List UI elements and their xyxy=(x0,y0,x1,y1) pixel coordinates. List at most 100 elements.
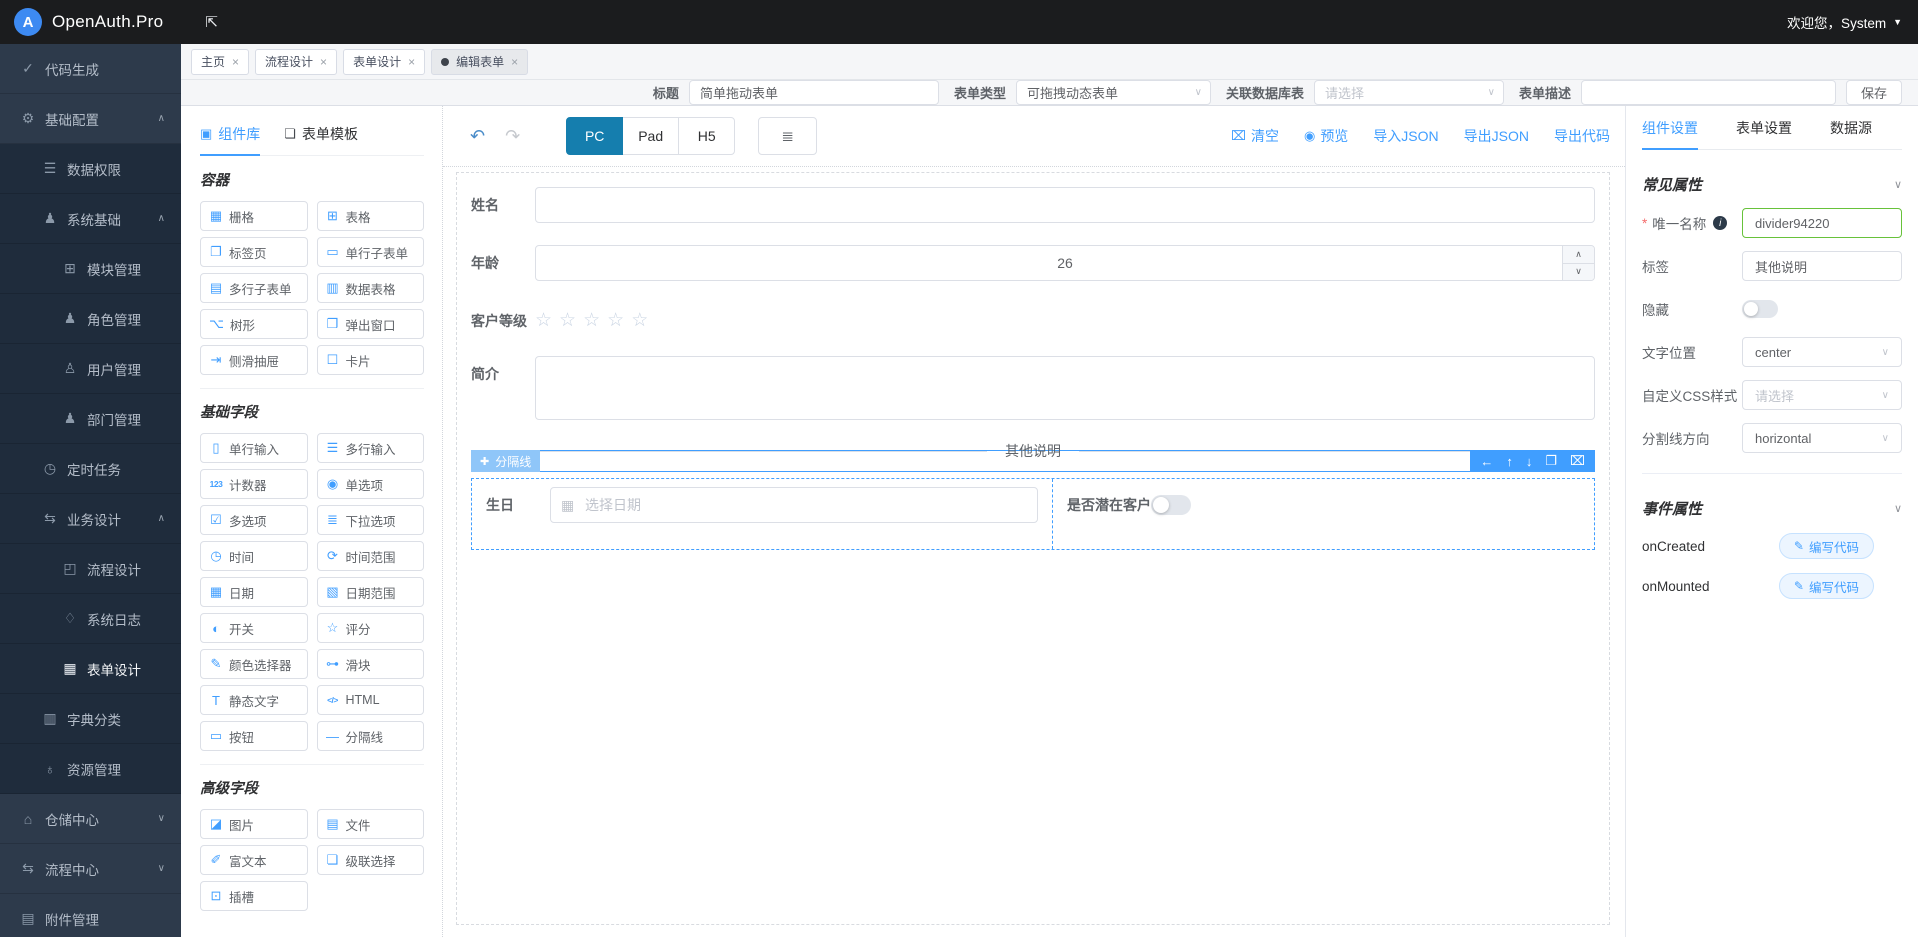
export-json-button[interactable]: 导出JSON xyxy=(1464,126,1529,146)
star-icon[interactable]: ☆ xyxy=(607,309,624,332)
db-table-select[interactable]: 请选择∨ xyxy=(1314,80,1504,105)
lib-item-switch[interactable]: ◐开关 xyxy=(200,613,308,643)
sidebar-item-role-management[interactable]: ♟角色管理 xyxy=(0,294,181,344)
form-type-select[interactable]: 可拖拽动态表单∨ xyxy=(1016,80,1211,105)
tab-home[interactable]: 主页× xyxy=(191,49,249,75)
age-input[interactable] xyxy=(535,245,1595,281)
sidebar-item-process-center[interactable]: ⇆流程中心∨ xyxy=(0,844,181,894)
tab-component-settings[interactable]: 组件设置 xyxy=(1642,106,1698,149)
lib-item-popup-window[interactable]: ❒弹出窗口 xyxy=(317,309,425,339)
close-icon[interactable]: × xyxy=(408,55,415,69)
lib-item-time-range[interactable]: ⟳时间范围 xyxy=(317,541,425,571)
lib-item-single-row-subform[interactable]: ▭单行子表单 xyxy=(317,237,425,267)
move-left-icon[interactable]: ← xyxy=(1480,454,1493,469)
tab-form-design[interactable]: 表单设计× xyxy=(343,49,425,75)
lib-item-text-input[interactable]: ▯单行输入 xyxy=(200,433,308,463)
sidebar-item-system-logs[interactable]: ♢系统日志 xyxy=(0,594,181,644)
lib-item-rich-text[interactable]: ✐富文本 xyxy=(200,845,308,875)
write-code-button[interactable]: ✎编写代码 xyxy=(1779,533,1874,559)
lib-item-html[interactable]: </>HTML xyxy=(317,685,425,715)
common-props-header[interactable]: 常见属性 ∨ xyxy=(1642,174,1902,195)
lib-item-radio[interactable]: ◉单选项 xyxy=(317,469,425,499)
close-icon[interactable]: × xyxy=(232,55,239,69)
birthday-input[interactable] xyxy=(550,487,1038,523)
selected-divider-component[interactable]: 其他说明 ✚ 分隔线 ← ↑ ↓ ❐ ⌧ xyxy=(471,450,1595,472)
device-pc-button[interactable]: PC xyxy=(566,117,623,155)
move-up-icon[interactable]: ↑ xyxy=(1506,454,1513,469)
sidebar-item-data-permission[interactable]: ☰数据权限 xyxy=(0,144,181,194)
tab-edit-form[interactable]: 编辑表单× xyxy=(431,49,528,75)
lib-item-date[interactable]: ▦日期 xyxy=(200,577,308,607)
lib-item-divider[interactable]: —分隔线 xyxy=(317,721,425,751)
lib-item-multi-row-subform[interactable]: ▤多行子表单 xyxy=(200,273,308,303)
lib-item-tree[interactable]: ⌥树形 xyxy=(200,309,308,339)
close-icon[interactable]: × xyxy=(511,55,518,69)
event-props-header[interactable]: 事件属性 ∨ xyxy=(1642,498,1902,519)
lib-item-date-range[interactable]: ▧日期范围 xyxy=(317,577,425,607)
name-input[interactable] xyxy=(535,187,1595,223)
sidebar-item-code-generation[interactable]: ✓代码生成 xyxy=(0,44,181,94)
sidebar-item-process-design[interactable]: ◰流程设计 xyxy=(0,544,181,594)
collapse-sidebar-icon[interactable]: ⇱ xyxy=(205,13,218,31)
sidebar-item-warehouse-center[interactable]: ⌂仓储中心∨ xyxy=(0,794,181,844)
sidebar-item-module-management[interactable]: ⊞模块管理 xyxy=(0,244,181,294)
form-title-input[interactable] xyxy=(689,80,939,105)
star-icon[interactable]: ☆ xyxy=(535,309,552,332)
star-icon[interactable]: ☆ xyxy=(583,309,600,332)
sidebar-item-form-design[interactable]: ▦表单设计 xyxy=(0,644,181,694)
step-down-icon[interactable]: ∨ xyxy=(1563,264,1594,281)
undo-icon[interactable]: ↶ xyxy=(470,126,485,147)
redo-icon[interactable]: ↷ xyxy=(505,126,520,147)
sidebar-item-dict-category[interactable]: ▥字典分类 xyxy=(0,694,181,744)
star-icon[interactable]: ☆ xyxy=(559,309,576,332)
lib-item-checkbox[interactable]: ☑多选项 xyxy=(200,505,308,535)
drag-handle[interactable]: ✚ 分隔线 xyxy=(471,450,540,472)
intro-textarea[interactable] xyxy=(535,356,1595,420)
sidebar-item-scheduled-tasks[interactable]: ◷定时任务 xyxy=(0,444,181,494)
lib-item-select[interactable]: ≣下拉选项 xyxy=(317,505,425,535)
hidden-toggle[interactable] xyxy=(1742,300,1778,318)
form-desc-input[interactable] xyxy=(1581,80,1836,105)
sidebar-item-base-config[interactable]: ⚙基础配置∧ xyxy=(0,94,181,144)
tag-input[interactable] xyxy=(1742,251,1902,281)
lib-item-counter[interactable]: 123计数器 xyxy=(200,469,308,499)
custom-css-select[interactable]: 请选择∨ xyxy=(1742,380,1902,410)
selected-layout-row[interactable]: 生日 ▦ 是否潜在客户 xyxy=(471,478,1595,550)
sidebar-item-business-design[interactable]: ⇆业务设计∧ xyxy=(0,494,181,544)
tab-data-source[interactable]: 数据源 xyxy=(1830,106,1872,149)
clear-button[interactable]: ⌧清空 xyxy=(1231,126,1279,146)
lib-item-slot[interactable]: ⊡插槽 xyxy=(200,881,308,911)
lib-item-image[interactable]: ◪图片 xyxy=(200,809,308,839)
tab-process-design[interactable]: 流程设计× xyxy=(255,49,337,75)
move-down-icon[interactable]: ↓ xyxy=(1526,454,1533,469)
tab-form-templates[interactable]: ❏表单模板 xyxy=(284,112,358,155)
lib-item-file[interactable]: ▤文件 xyxy=(317,809,425,839)
sidebar-item-resource-management[interactable]: ♁资源管理 xyxy=(0,744,181,794)
lib-item-data-table[interactable]: ▥数据表格 xyxy=(317,273,425,303)
lib-item-time[interactable]: ◷时间 xyxy=(200,541,308,571)
lib-item-tabs[interactable]: ❐标签页 xyxy=(200,237,308,267)
lib-item-table[interactable]: ⊞表格 xyxy=(317,201,425,231)
write-code-button[interactable]: ✎编写代码 xyxy=(1779,573,1874,599)
lib-item-color-picker[interactable]: ✎颜色选择器 xyxy=(200,649,308,679)
lib-item-button[interactable]: ▭按钮 xyxy=(200,721,308,751)
sidebar-item-user-management[interactable]: ♙用户管理 xyxy=(0,344,181,394)
preview-button[interactable]: ◉预览 xyxy=(1304,126,1348,146)
lib-item-static-text[interactable]: T静态文字 xyxy=(200,685,308,715)
lib-item-card[interactable]: ☐卡片 xyxy=(317,345,425,375)
device-pad-button[interactable]: Pad xyxy=(622,117,679,155)
unique-name-input[interactable] xyxy=(1742,208,1902,238)
lib-item-drawer[interactable]: ⇥侧滑抽屉 xyxy=(200,345,308,375)
step-up-icon[interactable]: ∧ xyxy=(1563,246,1594,264)
tab-form-settings[interactable]: 表单设置 xyxy=(1736,106,1792,149)
lib-item-grid[interactable]: ▦栅格 xyxy=(200,201,308,231)
potential-customer-switch[interactable] xyxy=(1151,495,1191,515)
lib-item-textarea[interactable]: ☰多行输入 xyxy=(317,433,425,463)
delete-icon[interactable]: ⌧ xyxy=(1570,453,1585,469)
outline-button[interactable]: ≣ xyxy=(758,117,817,155)
lib-item-slider[interactable]: ⊶滑块 xyxy=(317,649,425,679)
sidebar-item-attachment-management[interactable]: ▤附件管理 xyxy=(0,894,181,937)
copy-icon[interactable]: ❐ xyxy=(1545,453,1557,469)
user-menu[interactable]: 欢迎您，System ▼ xyxy=(1787,12,1902,32)
lib-item-cascader[interactable]: ❏级联选择 xyxy=(317,845,425,875)
